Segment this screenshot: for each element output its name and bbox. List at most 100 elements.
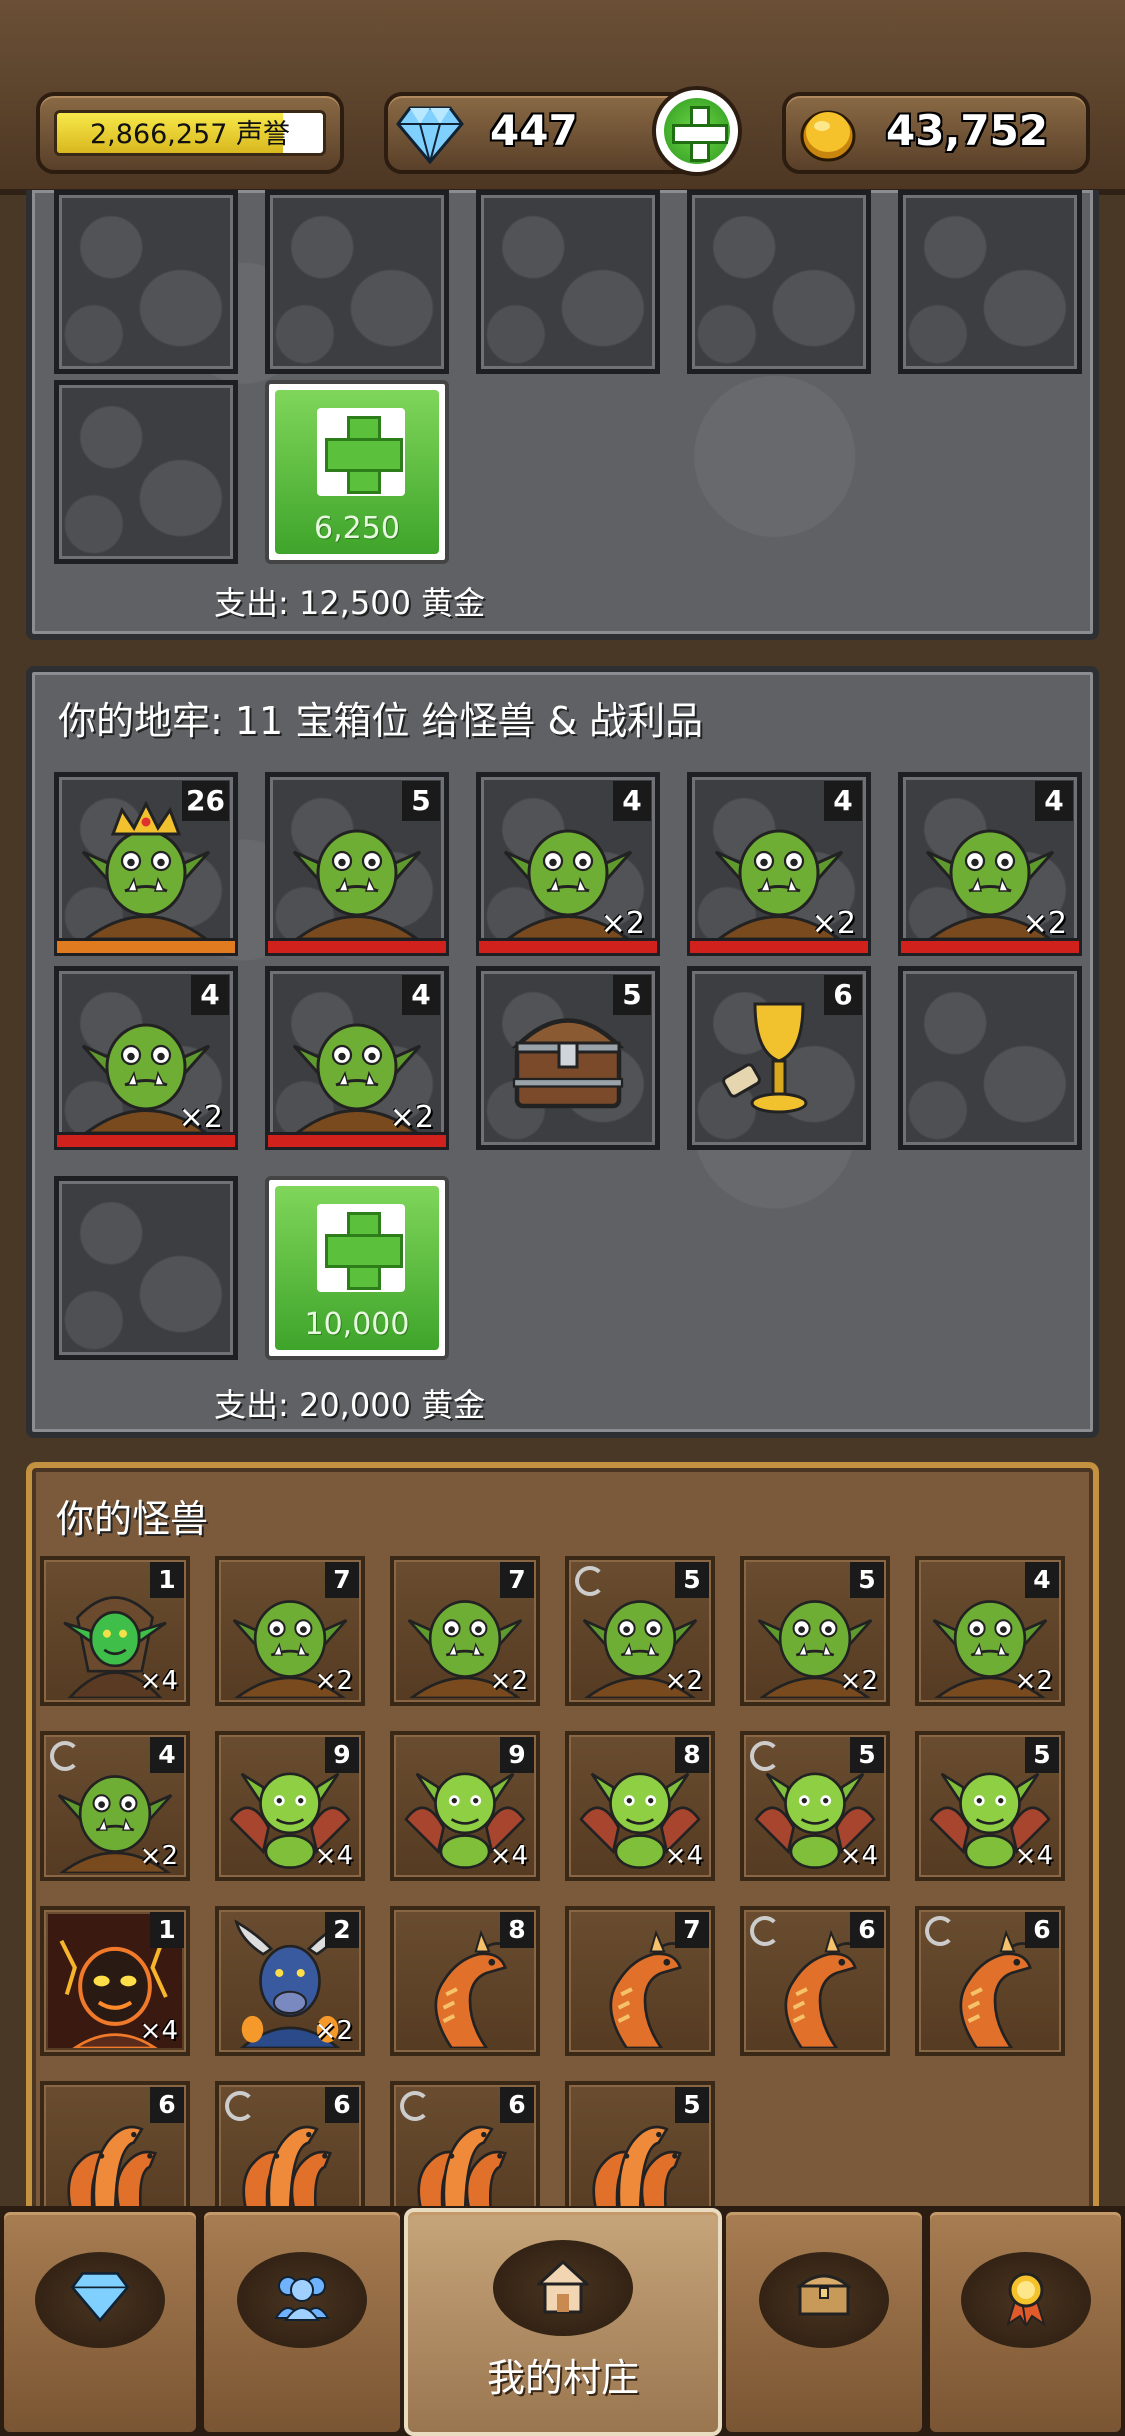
quantity-label: ×4 xyxy=(489,1841,528,1871)
monster-card-dragon[interactable]: 8 xyxy=(390,1906,540,2056)
health-bar xyxy=(265,938,449,956)
gold-count: 43,752 xyxy=(886,106,1049,155)
nav-my-village-button[interactable]: 我的村庄 xyxy=(404,2208,722,2436)
monster-card-imp[interactable]: 9 ×4 xyxy=(215,1731,365,1881)
dungeon-slot-chest[interactable]: 5 xyxy=(476,966,660,1150)
level-badge: 6 xyxy=(850,1912,884,1948)
level-badge: 7 xyxy=(675,1912,709,1948)
expense-text: 支出: 12,500 黄金 xyxy=(214,584,486,622)
quantity-label: ×2 xyxy=(178,1100,223,1135)
quantity-label: ×2 xyxy=(664,1666,703,1696)
monster-card-dragon[interactable]: 6 xyxy=(915,1906,1065,2056)
refresh-icon xyxy=(50,1741,80,1771)
level-badge: 26 xyxy=(182,781,229,821)
monster-card-fire-demon[interactable]: 1 ×4 xyxy=(40,1906,190,2056)
house-icon xyxy=(537,2260,589,2314)
refresh-icon xyxy=(225,2091,255,2121)
dungeon-slot-orc[interactable]: 4 ×2 xyxy=(898,772,1082,956)
reputation-panel[interactable]: 2,866,257 声誉 xyxy=(36,92,344,174)
empty-slot[interactable] xyxy=(476,190,660,374)
level-badge: 5 xyxy=(613,975,651,1015)
nav-achievements-button[interactable] xyxy=(926,2208,1125,2436)
gem-count: 447 xyxy=(490,106,578,155)
monster-card-orc[interactable]: 4 ×2 xyxy=(915,1556,1065,1706)
level-badge: 9 xyxy=(500,1737,534,1773)
plus-icon xyxy=(664,98,730,164)
medal-icon xyxy=(1005,2272,1046,2326)
level-badge: 4 xyxy=(613,781,651,821)
diamond-icon xyxy=(70,2272,130,2322)
quantity-label: ×2 xyxy=(1022,906,1067,941)
empty-slot[interactable] xyxy=(54,380,238,564)
level-badge: 1 xyxy=(150,1912,184,1948)
add-slot-button[interactable]: 6,250 xyxy=(265,380,449,564)
monster-card-orc[interactable]: 5 ×2 xyxy=(565,1556,715,1706)
quantity-label: ×2 xyxy=(389,1100,434,1135)
add-gems-button[interactable] xyxy=(652,86,742,176)
monster-card-minotaur[interactable]: 2 ×2 xyxy=(215,1906,365,2056)
dungeon-slot-orc[interactable]: 4 ×2 xyxy=(476,772,660,956)
add-slot-button[interactable]: 10,000 xyxy=(265,1176,449,1360)
empty-slot[interactable] xyxy=(54,190,238,374)
monster-card-imp[interactable]: 8 ×4 xyxy=(565,1731,715,1881)
quantity-label: ×2 xyxy=(139,1841,178,1871)
quantity-label: ×2 xyxy=(600,906,645,941)
level-badge: 7 xyxy=(500,1562,534,1598)
plus-icon xyxy=(317,408,405,496)
gem-panel[interactable]: 447 xyxy=(384,86,742,176)
health-bar xyxy=(265,1132,449,1150)
quantity-label: ×4 xyxy=(1014,1841,1053,1871)
monster-card-orc[interactable]: 7 ×2 xyxy=(390,1556,540,1706)
empty-slot[interactable] xyxy=(687,190,871,374)
reputation-value: 2,866,257 声誉 xyxy=(90,119,290,150)
health-bar xyxy=(54,1132,238,1150)
dungeon-slot-orc[interactable]: 4 ×2 xyxy=(687,772,871,956)
quantity-label: ×2 xyxy=(314,2016,353,2046)
empty-slot[interactable] xyxy=(898,966,1082,1150)
monster-card-imp[interactable]: 5 ×4 xyxy=(915,1731,1065,1881)
empty-slot[interactable] xyxy=(898,190,1082,374)
nav-social-button[interactable] xyxy=(200,2208,404,2436)
monster-card-orc[interactable]: 5 ×2 xyxy=(740,1556,890,1706)
people-icon xyxy=(274,2276,330,2321)
quantity-label: ×4 xyxy=(664,1841,703,1871)
level-badge: 4 xyxy=(1035,781,1073,821)
dungeon-slot-goblet[interactable]: 6 xyxy=(687,966,871,1150)
level-badge: 5 xyxy=(850,1737,884,1773)
add-slot-price: 10,000 xyxy=(304,1307,410,1342)
nav-shop-button[interactable] xyxy=(0,2208,200,2436)
level-badge: 4 xyxy=(191,975,229,1015)
monster-card-dragon[interactable]: 7 xyxy=(565,1906,715,2056)
dungeon-slot-orc[interactable]: 4 ×2 xyxy=(54,966,238,1150)
level-badge: 5 xyxy=(850,1562,884,1598)
monster-card-imp[interactable]: 5 ×4 xyxy=(740,1731,890,1881)
level-badge: 6 xyxy=(325,2087,359,2123)
monster-card-imp[interactable]: 9 ×4 xyxy=(390,1731,540,1881)
monster-card-orc[interactable]: 7 ×2 xyxy=(215,1556,365,1706)
level-badge: 5 xyxy=(402,781,440,821)
monster-card-goblin[interactable]: 1 ×4 xyxy=(40,1556,190,1706)
quantity-label: ×2 xyxy=(1014,1666,1053,1696)
empty-slot[interactable] xyxy=(54,1176,238,1360)
health-bar xyxy=(687,938,871,956)
quantity-label: ×2 xyxy=(314,1666,353,1696)
dungeon-slot-orc-king[interactable]: 26 xyxy=(54,772,238,956)
nav-treasure-button[interactable] xyxy=(722,2208,926,2436)
level-badge: 2 xyxy=(325,1912,359,1948)
level-badge: 4 xyxy=(824,781,862,821)
dungeon-slot-orc[interactable]: 4 ×2 xyxy=(265,966,449,1150)
empty-slot[interactable] xyxy=(265,190,449,374)
level-badge: 8 xyxy=(500,1912,534,1948)
refresh-icon xyxy=(400,2091,430,2121)
health-bar xyxy=(898,938,1082,956)
level-badge: 6 xyxy=(824,975,862,1015)
dungeon-slot-orc[interactable]: 5 xyxy=(265,772,449,956)
refresh-icon xyxy=(575,1566,605,1596)
monster-card-orc[interactable]: 4 ×2 xyxy=(40,1731,190,1881)
level-badge: 7 xyxy=(325,1562,359,1598)
previous-dungeon-panel: 6,250 支出: 12,500 黄金 xyxy=(26,190,1099,640)
gold-panel[interactable]: 43,752 xyxy=(782,92,1090,174)
level-badge: 5 xyxy=(675,2087,709,2123)
chest-icon xyxy=(796,2274,852,2316)
monster-card-dragon[interactable]: 6 xyxy=(740,1906,890,2056)
